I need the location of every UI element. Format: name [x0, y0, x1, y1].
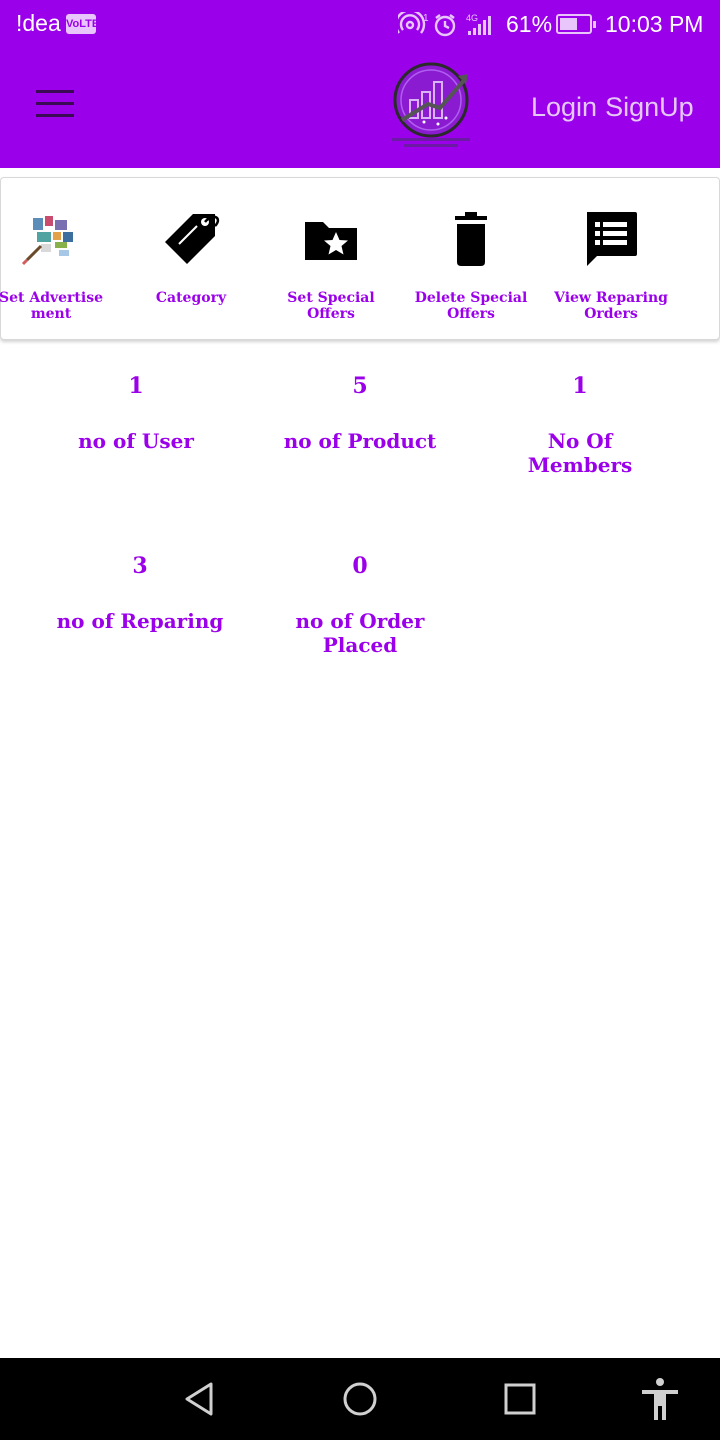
stat-value: 1 [572, 373, 588, 399]
svg-text:1: 1 [423, 13, 429, 24]
action-label: Category [155, 290, 227, 306]
mobilesolution-logo [392, 62, 470, 147]
status-icons: 1 4G [398, 12, 491, 37]
set-special-offers-button[interactable]: Set Special Offers [266, 178, 396, 338]
action-label: Set Special Offers [287, 290, 375, 322]
action-label: Delete Special Offers [414, 290, 528, 322]
carrier-name: !dea [16, 10, 61, 36]
app-bar: Login SignUp [0, 50, 720, 168]
stat-users: 1 no of User [26, 373, 246, 453]
login-link[interactable]: Login [531, 92, 597, 122]
hamburger-icon[interactable] [36, 88, 76, 118]
volte-badge: VoLTE [66, 14, 99, 34]
recents-icon[interactable] [497, 1376, 543, 1422]
delete-special-offers-button[interactable]: Delete Special Offers [406, 178, 536, 338]
battery-cap [593, 21, 596, 28]
view-reparing-orders-button[interactable]: View Reparing Orders [546, 178, 676, 338]
trash-icon [455, 212, 487, 266]
stat-value: 1 [128, 373, 144, 399]
stat-value: 0 [352, 553, 368, 579]
stat-products: 5 no of Product [250, 373, 470, 453]
stat-label: No Of Members [527, 429, 633, 477]
stat-label: no of Reparing [56, 609, 224, 633]
stat-label: no of Product [283, 429, 437, 453]
system-nav-bar [0, 1358, 720, 1440]
back-icon[interactable] [177, 1376, 223, 1422]
battery-percentage: 61% [506, 11, 553, 37]
battery-level [560, 18, 578, 30]
battery-icon [556, 14, 596, 34]
action-label: View Reparing Orders [554, 290, 668, 322]
stat-orders-placed: 0 no of Order Placed [250, 553, 470, 657]
stat-label: no of User [78, 429, 194, 453]
stat-value: 3 [132, 553, 148, 579]
stat-label: no of Order Placed [295, 609, 425, 657]
set-advertisement-button[interactable]: Set Advertise ment [0, 178, 116, 338]
auth-links: Login SignUp [531, 92, 702, 123]
network-type: 4G [466, 13, 478, 23]
hotspot-icon [398, 12, 426, 34]
signup-link[interactable]: SignUp [605, 92, 694, 122]
category-button[interactable]: Category [126, 178, 256, 338]
stat-reparing: 3 no of Reparing [30, 553, 250, 633]
status-bar: !dea VoLTE 1 4G 61% 10:03 PM [0, 0, 720, 50]
accessibility-icon[interactable] [637, 1376, 683, 1422]
folder-star-icon [305, 222, 357, 260]
admin-actions-card: Set Advertise ment Category Set Special … [0, 177, 720, 340]
tag-icon [165, 214, 220, 264]
advertisement-icon [21, 216, 73, 266]
stat-members: 1 No Of Members [500, 373, 660, 477]
action-label: Set Advertise ment [0, 290, 103, 322]
alarm-icon [434, 14, 456, 37]
message-list-icon [587, 212, 637, 266]
clock: 10:03 PM [605, 11, 704, 37]
home-icon[interactable] [337, 1376, 383, 1422]
stat-value: 5 [352, 373, 368, 399]
